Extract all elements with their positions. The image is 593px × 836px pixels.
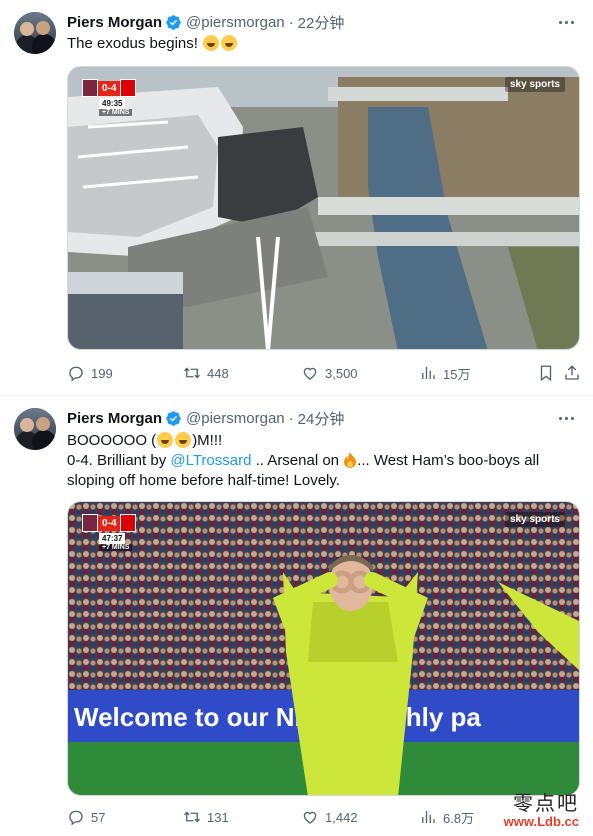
tweet-header: Piers Morgan @piersmorgan · 22分钟	[67, 11, 344, 33]
timestamp[interactable]: 22分钟	[298, 12, 345, 33]
repost-button[interactable]: 131	[183, 808, 229, 826]
added-time: +7 MINS	[99, 544, 133, 551]
tweet-line-3: sloping off home before half-time! Lovel…	[67, 472, 340, 489]
repost-count: 448	[207, 365, 229, 381]
broadcaster-logo: sky sports	[504, 77, 565, 92]
separator: ·	[288, 409, 294, 427]
watermark-url: www.Ldb.cc	[503, 814, 579, 829]
match-clock: 47:37	[99, 533, 126, 544]
author-name[interactable]: Piers Morgan	[67, 14, 162, 31]
fire-emoji-icon	[344, 452, 357, 468]
like-icon	[303, 811, 317, 824]
arsenal-crest-icon	[120, 514, 137, 532]
tweet-text-part: ... West Ham’s boo-boys all	[357, 452, 540, 469]
reply-button[interactable]: 57	[67, 808, 105, 826]
tweet-text-part: .. Arsenal on	[251, 452, 344, 469]
author-name[interactable]: Piers Morgan	[67, 410, 162, 427]
timestamp[interactable]: 24分钟	[298, 408, 345, 429]
separator: ·	[288, 13, 294, 31]
share-icon	[565, 365, 579, 380]
tweet-actions: 199 448 3,500 15万	[67, 363, 579, 383]
ad-board-text: Welcome to our NEW Monthly pa	[74, 702, 481, 732]
views-button[interactable]: 6.8万	[419, 808, 474, 827]
tweet-text-part: 0-4. Brilliant by	[67, 452, 171, 469]
tweet-text-body: The exodus begins!	[67, 35, 203, 52]
verified-badge-icon	[166, 410, 181, 426]
repost-icon	[184, 367, 200, 379]
verified-badge-icon	[166, 14, 181, 30]
like-count: 1,442	[325, 809, 358, 825]
bookmark-button[interactable]	[537, 364, 555, 382]
more-icon[interactable]	[555, 12, 577, 32]
broadcaster-logo: sky sports	[504, 512, 565, 527]
repost-button[interactable]: 448	[183, 364, 229, 382]
tweet-text: BOOOOOO ( )M!!! 0-4. Brilliant by @LTross…	[67, 431, 567, 491]
trossard-celebration-image: Welcome to our NEW Monthly pa	[68, 502, 579, 795]
tweet-text: The exodus begins!	[67, 34, 238, 54]
reply-count: 199	[91, 365, 113, 381]
rofl-emoji-icon	[175, 432, 192, 448]
share-button[interactable]	[563, 364, 581, 382]
view-count: 15万	[443, 366, 471, 382]
rofl-emoji-icon	[203, 35, 220, 51]
like-count: 3,500	[325, 365, 358, 381]
tweet-text-part: BOOOOOO (	[67, 432, 157, 449]
tweet-line-1: BOOOOOO ( )M!!!	[67, 431, 567, 451]
mention-link[interactable]: @LTrossard	[170, 452, 251, 469]
view-count: 6.8万	[443, 810, 475, 826]
tweet[interactable]: Piers Morgan @piersmorgan · 22分钟 The exo…	[0, 0, 593, 396]
rofl-emoji-icon	[221, 35, 238, 51]
site-watermark: 零点吧 www.Ldb.cc	[504, 792, 579, 830]
views-icon	[422, 367, 435, 379]
tweet-header: Piers Morgan @piersmorgan · 24分钟	[67, 407, 344, 429]
avatar[interactable]	[14, 12, 56, 54]
reply-icon	[69, 366, 83, 382]
reply-count: 57	[91, 809, 106, 825]
scorebug: 0-4 47:37 +7 MINS	[82, 514, 137, 551]
tweet-text-part: )M!!!	[192, 432, 223, 449]
tweet-image-trossard[interactable]: Welcome to our NEW Monthly pa 0-4 47:37 …	[67, 501, 580, 796]
reply-button[interactable]: 199	[67, 364, 113, 382]
westham-crest-icon	[82, 79, 98, 97]
westham-crest-icon	[82, 514, 98, 532]
views-button[interactable]: 15万	[419, 364, 470, 383]
score: 0-4	[98, 515, 121, 531]
tweet-actions: 57 131 1,442 6.8万	[67, 807, 577, 827]
author-handle[interactable]: @piersmorgan	[186, 410, 285, 427]
views-icon	[422, 811, 435, 823]
more-icon[interactable]	[555, 408, 577, 428]
match-clock: 49:35	[99, 98, 126, 109]
scorebug: 0-4 49:35 +7 MINS	[82, 79, 137, 116]
tweet[interactable]: Piers Morgan @piersmorgan · 24分钟 BOOOOOO…	[0, 396, 593, 836]
rofl-emoji-icon	[157, 432, 174, 448]
tweet-line-2: 0-4. Brilliant by @LTrossard .. Arsenal …	[67, 451, 567, 471]
avatar[interactable]	[14, 408, 56, 450]
like-icon	[303, 367, 317, 380]
repost-icon	[184, 811, 200, 823]
reply-icon	[69, 810, 83, 826]
stadium-aerial-image	[68, 67, 579, 349]
tweet-image-stadium[interactable]: 0-4 49:35 +7 MINS sky sports	[67, 66, 580, 350]
arsenal-crest-icon	[120, 79, 137, 97]
like-button[interactable]: 3,500	[301, 364, 358, 382]
watermark-cn: 零点吧	[513, 791, 579, 815]
score: 0-4	[98, 80, 121, 96]
repost-count: 131	[207, 809, 229, 825]
bookmark-icon	[540, 365, 552, 382]
like-button[interactable]: 1,442	[301, 808, 358, 826]
added-time: +7 MINS	[99, 109, 133, 116]
author-handle[interactable]: @piersmorgan	[186, 14, 285, 31]
